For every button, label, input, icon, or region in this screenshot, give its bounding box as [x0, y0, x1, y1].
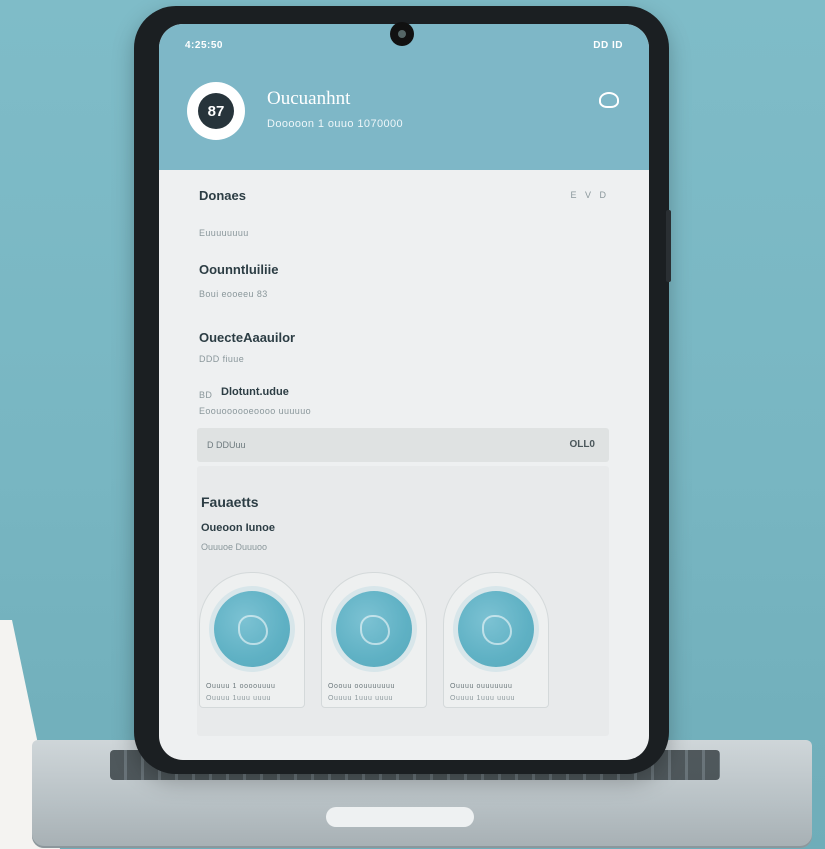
- favorite-card-subtitle: Ouuuu 1uuu uuuu: [450, 695, 516, 702]
- summary-row-label: D DDUuu: [207, 440, 246, 450]
- field-value: Eoouoooooeoooo uuuuuo: [199, 406, 312, 416]
- laptop-touchpad: [326, 807, 474, 827]
- tablet-side-button: [666, 210, 671, 282]
- edit-link[interactable]: E V D: [570, 190, 609, 200]
- summary-row[interactable]: D DDUuu OLL0: [197, 428, 609, 462]
- details-heading: Donaes: [199, 188, 246, 203]
- favorite-image-icon: [458, 591, 534, 667]
- profile-name: Oucuanhnt: [267, 88, 351, 109]
- profile-header: 4:25:50 DD ID 87 Oucuanhnt Dooooon 1 ouu…: [159, 24, 649, 170]
- favorite-card-title: Ouuuu 1 oooouuuu: [206, 683, 276, 690]
- tablet-screen: 4:25:50 DD ID 87 Oucuanhnt Dooooon 1 ouu…: [159, 24, 649, 760]
- field-label: Oounntluiliie: [199, 262, 279, 277]
- field-prefix: BD: [199, 390, 213, 400]
- avatar[interactable]: 87: [187, 82, 245, 140]
- summary-row-value: OLL0: [569, 439, 595, 450]
- details-caption: Euuuuuuuu: [199, 228, 249, 238]
- favorite-card-subtitle: Ouuuu 1uuu uuuu: [328, 695, 394, 702]
- avatar-initials: 87: [198, 93, 234, 129]
- field-label: Dlotunt.udue: [221, 386, 289, 398]
- status-indicators: DD ID: [593, 40, 623, 51]
- favorites-subtitle: Oueoon Iunoe: [201, 522, 275, 534]
- profile-subtitle: Dooooon 1 ouuo 1070000: [267, 118, 404, 130]
- favorites-heading: Fauaetts: [201, 494, 259, 510]
- field-value: Boui eooeeu 83: [199, 289, 268, 299]
- favorite-image-icon: [214, 591, 290, 667]
- favorite-card[interactable]: Ouuuu ouuuuuuu Ouuuu 1uuu uuuu: [443, 572, 549, 708]
- eye-icon[interactable]: [599, 92, 619, 108]
- favorite-card-title: Ooouu oouuuuuuu: [328, 683, 395, 690]
- field-value: DDD fiuue: [199, 354, 245, 364]
- favorite-card-subtitle: Ouuuu 1uuu uuuu: [206, 695, 272, 702]
- status-time: 4:25:50: [185, 40, 223, 51]
- favorite-card[interactable]: Ooouu oouuuuuuu Ouuuu 1uuu uuuu: [321, 572, 427, 708]
- favorite-card[interactable]: Ouuuu 1 oooouuuu Ouuuu 1uuu uuuu: [199, 572, 305, 708]
- front-camera: [390, 22, 414, 46]
- favorite-image-icon: [336, 591, 412, 667]
- field-label: OuecteAaauilor: [199, 330, 296, 345]
- favorites-caption: Ouuuoe Duuuoo: [201, 542, 268, 552]
- favorite-card-title: Ouuuu ouuuuuuu: [450, 683, 513, 690]
- favorites-panel: Fauaetts Oueoon Iunoe Ouuuoe Duuuoo Ouuu…: [197, 466, 609, 736]
